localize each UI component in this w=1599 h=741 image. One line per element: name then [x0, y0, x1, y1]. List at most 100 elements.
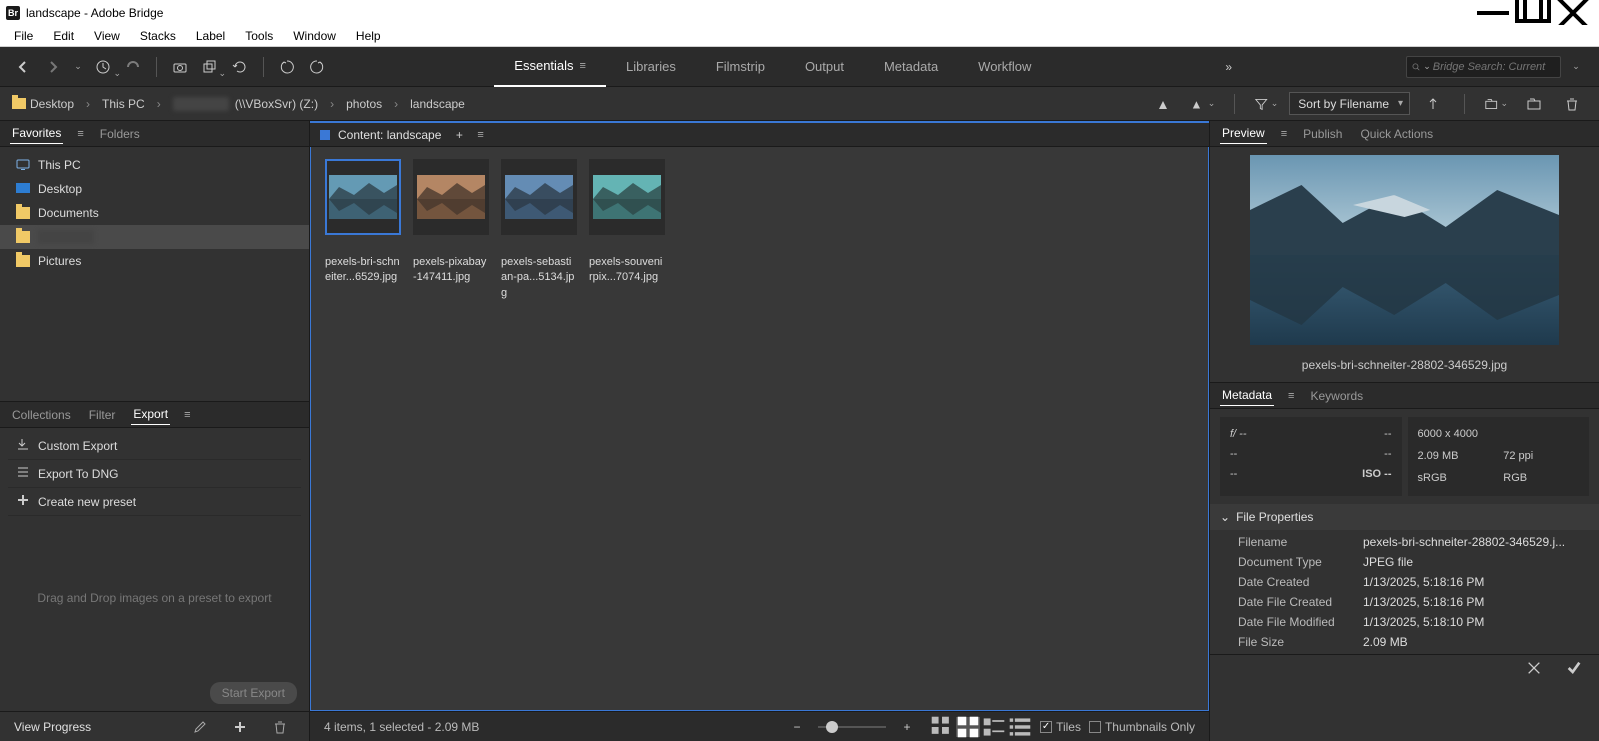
- file-properties-section[interactable]: ⌄ File Properties: [1210, 504, 1599, 530]
- tab-metadata[interactable]: Metadata: [1220, 385, 1274, 406]
- zoom-out-button[interactable]: −: [785, 715, 809, 739]
- breadcrumb-item[interactable]: Desktop: [12, 97, 74, 111]
- maximize-button[interactable]: [1513, 0, 1553, 25]
- workspace-menu-icon[interactable]: ≡: [580, 60, 586, 72]
- content-menu-icon[interactable]: ≡: [477, 129, 483, 141]
- close-button[interactable]: [1553, 0, 1593, 25]
- rotate-cw-button[interactable]: [305, 55, 329, 79]
- tab-folders[interactable]: Folders: [98, 124, 142, 144]
- delete-button[interactable]: [1560, 92, 1584, 116]
- workspace-tab-libraries[interactable]: Libraries: [606, 47, 696, 87]
- rotate-ccw-button[interactable]: [275, 55, 299, 79]
- view-grid-small-button[interactable]: [930, 717, 954, 737]
- search-scope-dropdown[interactable]: ⌄: [1423, 61, 1431, 72]
- panel-menu-icon[interactable]: ≡: [77, 128, 83, 140]
- tab-collections[interactable]: Collections: [10, 405, 73, 425]
- apply-metadata-button[interactable]: [1562, 656, 1586, 680]
- export-preset-item[interactable]: Custom Export: [8, 432, 301, 460]
- favorite-item[interactable]: Documents: [0, 201, 309, 225]
- start-export-button[interactable]: Start Export: [210, 682, 297, 704]
- panel-menu-icon[interactable]: ≡: [1288, 390, 1294, 402]
- thumbnail-area[interactable]: pexels-bri-schneiter...6529.jpgpexels-pi…: [310, 147, 1209, 711]
- sort-direction-button[interactable]: [1421, 92, 1445, 116]
- search-input[interactable]: [1433, 61, 1556, 73]
- open-recent-button[interactable]: ⌄: [1484, 92, 1508, 116]
- tab-preview[interactable]: Preview: [1220, 123, 1267, 144]
- expand-search-button[interactable]: ⌄: [1564, 55, 1588, 79]
- menu-stacks[interactable]: Stacks: [130, 27, 186, 45]
- workspace-tab-output[interactable]: Output: [785, 47, 864, 87]
- favorite-item[interactable]: Pictures: [0, 249, 309, 273]
- ratings-filter-button[interactable]: [1153, 92, 1177, 116]
- tab-export[interactable]: Export: [131, 404, 170, 425]
- favorite-item[interactable]: Desktop: [0, 177, 309, 201]
- menu-file[interactable]: File: [4, 27, 43, 45]
- forward-button[interactable]: [41, 55, 65, 79]
- import-camera-button[interactable]: [168, 55, 192, 79]
- export-preset-item[interactable]: Export To DNG: [8, 460, 301, 488]
- metadata-row: Date File Modified1/13/2025, 5:18:10 PM: [1238, 612, 1599, 632]
- menu-help[interactable]: Help: [346, 27, 391, 45]
- menu-view[interactable]: View: [84, 27, 130, 45]
- menu-window[interactable]: Window: [283, 27, 346, 45]
- thumbnail-item[interactable]: pexels-souvenirpix...7074.jpg: [587, 159, 667, 698]
- ratings-filter-dropdown[interactable]: ⌄: [1191, 92, 1215, 116]
- preview-image[interactable]: [1250, 155, 1559, 345]
- view-grid-button[interactable]: [956, 717, 980, 737]
- plus-icon: [16, 493, 30, 510]
- panel-menu-icon[interactable]: ≡: [184, 409, 190, 421]
- tab-publish[interactable]: Publish: [1301, 124, 1344, 144]
- view-list-button[interactable]: [1008, 717, 1032, 737]
- content-header: Content: landscape + ≡: [310, 121, 1209, 147]
- export-preset-item[interactable]: Create new preset: [8, 488, 301, 516]
- workspace-tab-essentials[interactable]: Essentials≡: [494, 47, 606, 87]
- content-add-button[interactable]: +: [452, 123, 466, 147]
- view-details-button[interactable]: [982, 717, 1006, 737]
- tab-filter[interactable]: Filter: [87, 405, 118, 425]
- tab-favorites[interactable]: Favorites: [10, 123, 63, 144]
- metadata-row: File Size2.09 MB: [1238, 632, 1599, 652]
- new-folder-button[interactable]: [1522, 92, 1546, 116]
- workspace-tab-workflow[interactable]: Workflow: [958, 47, 1051, 87]
- metadata-row: Document TypeJPEG file: [1238, 552, 1599, 572]
- menu-tools[interactable]: Tools: [235, 27, 283, 45]
- batch-button[interactable]: ⌄: [198, 55, 222, 79]
- panel-menu-icon[interactable]: ≡: [1281, 128, 1287, 140]
- more-workspaces-button[interactable]: »: [1217, 55, 1241, 79]
- workspace-tab-metadata[interactable]: Metadata: [864, 47, 958, 87]
- menu-label[interactable]: Label: [186, 27, 235, 45]
- filter-button[interactable]: ⌄: [1254, 92, 1278, 116]
- breadcrumb-item[interactable]: landscape: [410, 97, 465, 111]
- edit-icon[interactable]: [188, 715, 212, 739]
- breadcrumb-item[interactable]: photos: [346, 97, 382, 111]
- zoom-slider[interactable]: − +: [782, 715, 922, 739]
- tab-keywords[interactable]: Keywords: [1308, 386, 1365, 406]
- breadcrumb-item[interactable]: XXXXXXX(\\VBoxSvr) (Z:): [173, 97, 318, 111]
- favorite-item[interactable]: XXXXXXX: [0, 225, 309, 249]
- view-progress-label[interactable]: View Progress: [14, 720, 91, 734]
- delete-preset-icon[interactable]: [268, 715, 292, 739]
- add-preset-icon[interactable]: [228, 715, 252, 739]
- title-bar: Br landscape - Adobe Bridge: [0, 0, 1599, 25]
- thumbnail-item[interactable]: pexels-sebastian-pa...5134.jpg: [499, 159, 579, 698]
- recent-button[interactable]: ⌄: [91, 55, 115, 79]
- favorite-item[interactable]: This PC: [0, 153, 309, 177]
- breadcrumb-item[interactable]: This PC: [102, 97, 145, 111]
- thumbnail-item[interactable]: pexels-bri-schneiter...6529.jpg: [323, 159, 403, 698]
- cancel-metadata-button[interactable]: [1522, 656, 1546, 680]
- thumbnails-only-checkbox[interactable]: Thumbnails Only: [1089, 720, 1195, 734]
- zoom-in-button[interactable]: +: [895, 715, 919, 739]
- menu-edit[interactable]: Edit: [43, 27, 84, 45]
- sort-dropdown[interactable]: Sort by Filename: [1289, 92, 1410, 115]
- minimize-button[interactable]: [1473, 0, 1513, 25]
- history-dropdown[interactable]: ⌄: [71, 55, 85, 79]
- thumbnail-item[interactable]: pexels-pixabay-147411.jpg: [411, 159, 491, 698]
- tiles-checkbox[interactable]: Tiles: [1040, 720, 1081, 734]
- workspace-tab-filmstrip[interactable]: Filmstrip: [696, 47, 785, 87]
- search-box[interactable]: ⌄: [1406, 56, 1561, 78]
- refresh-button[interactable]: [228, 55, 252, 79]
- zoom-handle[interactable]: [826, 721, 838, 733]
- boomerang-button[interactable]: [121, 55, 145, 79]
- back-button[interactable]: [11, 55, 35, 79]
- tab-quick-actions[interactable]: Quick Actions: [1358, 124, 1435, 144]
